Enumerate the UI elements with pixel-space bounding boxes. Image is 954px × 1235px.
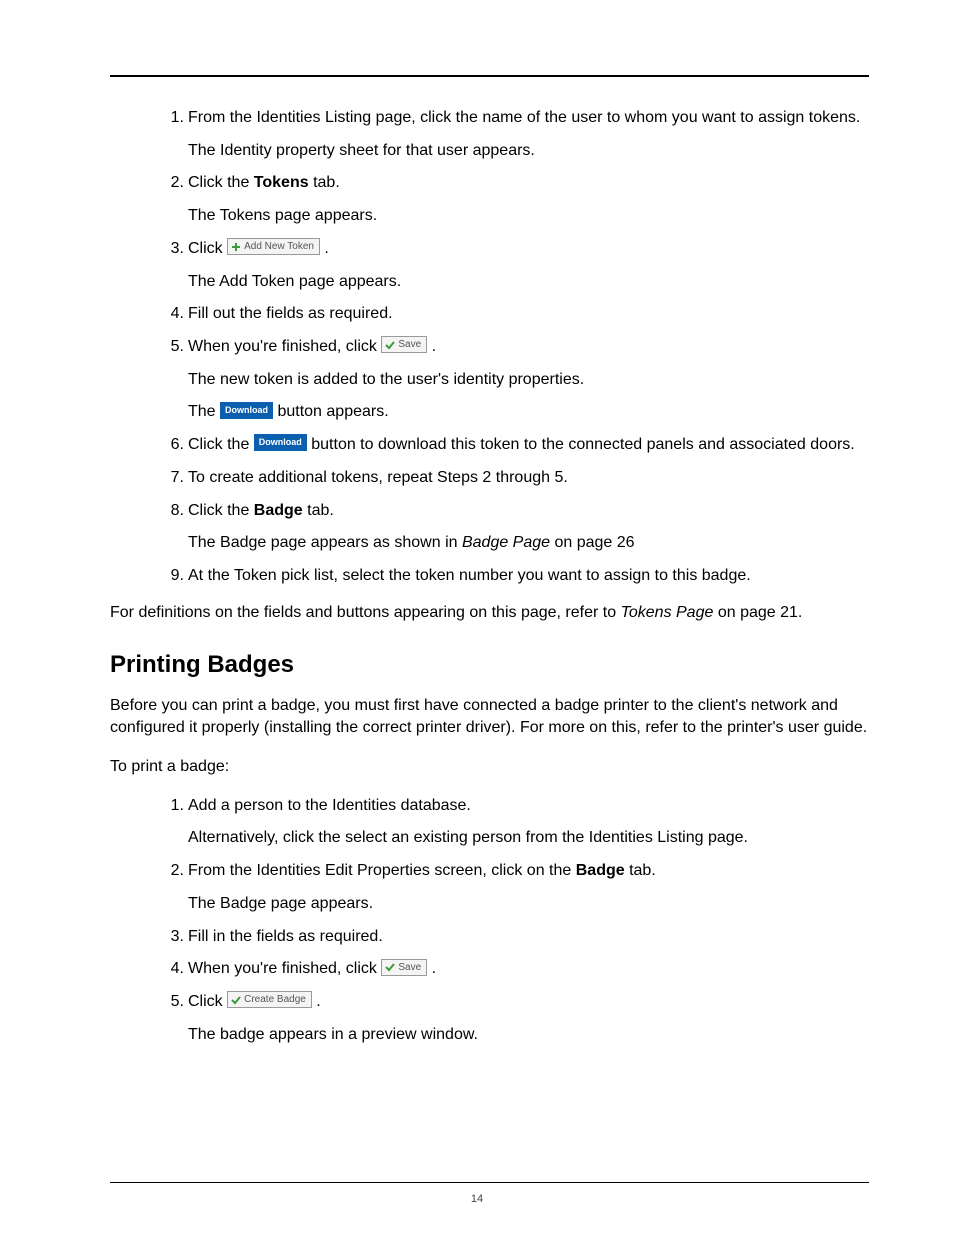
procedure-list-2: Add a person to the Identities database.… (110, 795, 869, 1047)
text-pre: For definitions on the fields and button… (110, 604, 621, 621)
step-text-pre: Click (188, 240, 227, 257)
page-number: 14 (0, 1193, 954, 1205)
check-icon (231, 995, 241, 1005)
bottom-rule (110, 1182, 869, 1183)
step-text: To create additional tokens, repeat Step… (188, 469, 568, 486)
step-4: When you're finished, click Save . (188, 958, 869, 981)
step-text: From the Identities Listing page, click … (188, 109, 860, 126)
step-text-pre: When you're finished, click (188, 960, 381, 977)
text-pre: The Badge page appears as shown in (188, 534, 462, 551)
step-4: Fill out the fields as required. (188, 303, 869, 326)
page: From the Identities Listing page, click … (0, 0, 954, 1235)
button-label: Save (398, 962, 421, 973)
paragraph-intro: Before you can print a badge, you must f… (110, 695, 869, 740)
step-text-post: . (320, 240, 329, 257)
step-result: Alternatively, click the select an exist… (188, 827, 869, 850)
check-icon (385, 962, 395, 972)
section-heading-printing-badges: Printing Badges (110, 651, 869, 679)
step-text-post: . (427, 960, 436, 977)
step-6: Click the Download button to download th… (188, 434, 869, 457)
step-result: The Tokens page appears. (188, 205, 869, 228)
step-result: The Badge page appears as shown in Badge… (188, 532, 869, 555)
step-2: Click the Tokens tab. The Tokens page ap… (188, 172, 869, 227)
step-3: Click Add New Token . The Add Token page… (188, 238, 869, 293)
step-5: When you're finished, click Save . The n… (188, 336, 869, 424)
step-text-post: button to download this token to the con… (311, 436, 855, 453)
check-icon (385, 340, 395, 350)
paragraph-reference: For definitions on the fields and button… (110, 602, 869, 625)
save-button[interactable]: Save (381, 336, 427, 353)
step-1: Add a person to the Identities database.… (188, 795, 869, 850)
procedure-list-1: From the Identities Listing page, click … (110, 107, 869, 588)
step-result: The Badge page appears. (188, 893, 869, 916)
step-text-post: tab. (303, 502, 334, 519)
step-result-2: The Download button appears. (188, 401, 869, 424)
step-result: The Identity property sheet for that use… (188, 140, 869, 163)
step-text-pre: Click the (188, 174, 254, 191)
button-label: Create Badge (244, 994, 306, 1005)
step-result-1: The new token is added to the user's ide… (188, 369, 869, 392)
plus-icon (231, 242, 241, 252)
step-1: From the Identities Listing page, click … (188, 107, 869, 162)
download-button[interactable]: Download (220, 402, 273, 419)
save-button[interactable]: Save (381, 959, 427, 976)
top-rule (110, 75, 869, 77)
step-result: The Add Token page appears. (188, 271, 869, 294)
step-3: Fill in the fields as required. (188, 926, 869, 949)
step-text-pre: When you're finished, click (188, 338, 381, 355)
cross-ref-link[interactable]: Tokens Page (621, 604, 714, 621)
step-text-bold: Badge (576, 862, 625, 879)
step-text-pre: Click the (188, 502, 254, 519)
paragraph-lead: To print a badge: (110, 756, 869, 779)
text-post: on page 26 (550, 534, 635, 551)
step-text-pre: Click the (188, 436, 254, 453)
step-8: Click the Badge tab. The Badge page appe… (188, 500, 869, 555)
text-pre: The (188, 403, 220, 420)
step-text-post: tab. (625, 862, 656, 879)
cross-ref-link[interactable]: Badge Page (462, 534, 550, 551)
step-result: The badge appears in a preview window. (188, 1024, 869, 1047)
text-post: on page 21. (713, 604, 802, 621)
add-new-token-button[interactable]: Add New Token (227, 238, 320, 255)
step-text: At the Token pick list, select the token… (188, 567, 751, 584)
step-text-post: tab. (309, 174, 340, 191)
step-9: At the Token pick list, select the token… (188, 565, 869, 588)
step-5: Click Create Badge . The badge appears i… (188, 991, 869, 1046)
step-7: To create additional tokens, repeat Step… (188, 467, 869, 490)
step-2: From the Identities Edit Properties scre… (188, 860, 869, 915)
step-text-post: . (427, 338, 436, 355)
step-text-pre: Click (188, 993, 227, 1010)
button-label: Add New Token (244, 241, 314, 252)
text-post: button appears. (277, 403, 388, 420)
create-badge-button[interactable]: Create Badge (227, 991, 312, 1008)
download-button[interactable]: Download (254, 434, 307, 451)
step-text: Fill out the fields as required. (188, 305, 393, 322)
step-text-post: . (312, 993, 321, 1010)
step-text-bold: Badge (254, 502, 303, 519)
step-text-bold: Tokens (254, 174, 309, 191)
step-text: Fill in the fields as required. (188, 928, 383, 945)
button-label: Save (398, 339, 421, 350)
step-text: Add a person to the Identities database. (188, 797, 471, 814)
step-text-pre: From the Identities Edit Properties scre… (188, 862, 576, 879)
